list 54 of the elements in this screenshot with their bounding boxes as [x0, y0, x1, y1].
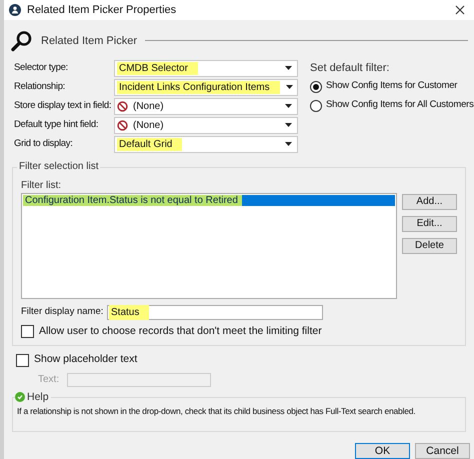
field-label: Selector type: — [14, 60, 69, 75]
caret-icon — [285, 142, 292, 146]
group-title: Help — [27, 391, 49, 403]
field-label: Default type hint field: — [14, 118, 100, 132]
list-action-button[interactable]: Delete — [402, 238, 457, 254]
list-action-button[interactable]: Add... — [402, 194, 457, 210]
field-label: Grid to display: — [14, 136, 74, 151]
dropdown[interactable]: CMDB Selector — [114, 60, 298, 76]
dropdown-value: CMDB Selector — [117, 62, 198, 74]
dialog-button[interactable]: Cancel — [415, 443, 470, 459]
filter-listbox[interactable]: Configuration Item.Status is not equal to Retired — [21, 192, 397, 298]
filter-list-item[interactable]: Configuration Item.Status is not equal to Retired — [23, 194, 395, 206]
filter-heading: Set default filter: — [310, 60, 390, 74]
caret-icon — [286, 85, 293, 89]
help-text: If a relationship is not shown in the drop-down, check that its child business object has Full-Text search enabled. — [17, 405, 416, 417]
filter-text: Configuration Item.Status is not equal to Retired — [23, 194, 242, 206]
field-label: Relationship: — [14, 80, 66, 94]
radio-label: Show Config Items for Customer — [326, 79, 458, 94]
close-icon[interactable] — [455, 5, 465, 15]
dropdown-value: (None) — [132, 100, 165, 112]
search-icon — [11, 30, 33, 52]
caret-icon — [285, 104, 292, 108]
caret-icon — [285, 66, 292, 70]
prohibited-icon — [117, 120, 128, 130]
checkbox[interactable] — [21, 324, 34, 338]
text-field[interactable]: Status — [107, 304, 323, 320]
field-label: Text: — [38, 373, 60, 387]
app-icon — [9, 4, 21, 16]
checkbox-label: Allow user to choose records that don't meet the limiting filter — [39, 324, 322, 338]
dropdown[interactable]: Incident Links Configuration Items — [114, 78, 298, 96]
dropdown-value: Incident Links Configuration Items — [117, 80, 280, 94]
radio-button[interactable] — [310, 100, 322, 112]
list-action-button[interactable]: Edit... — [402, 216, 457, 232]
dropdown[interactable]: (None) — [114, 98, 298, 114]
radio-button[interactable] — [310, 80, 322, 92]
dropdown-value: Default Grid — [117, 138, 182, 150]
list-label: Filter list: — [21, 180, 62, 192]
help-icon — [15, 392, 25, 402]
field-value: Status — [109, 304, 150, 320]
dropdown[interactable]: Default Grid — [114, 136, 298, 152]
field-label: Filter display name: — [21, 304, 103, 319]
group-title: Filter selection list — [17, 160, 100, 172]
text-field[interactable] — [67, 372, 212, 386]
prohibited-icon — [117, 100, 128, 112]
dialog-button[interactable]: OK — [355, 443, 410, 459]
checkbox-label: Show placeholder text — [34, 352, 138, 368]
dropdown-value: (None) — [132, 118, 165, 132]
radio-label: Show Config Items for All Customers — [326, 98, 474, 112]
checkbox[interactable] — [16, 354, 29, 367]
section-title: Related Item Picker — [41, 34, 137, 48]
field-label: Store display text in field: — [14, 98, 112, 113]
dropdown[interactable]: (None) — [114, 116, 298, 134]
window-title: Related Item Picker Properties — [27, 2, 178, 18]
caret-icon — [285, 123, 292, 127]
